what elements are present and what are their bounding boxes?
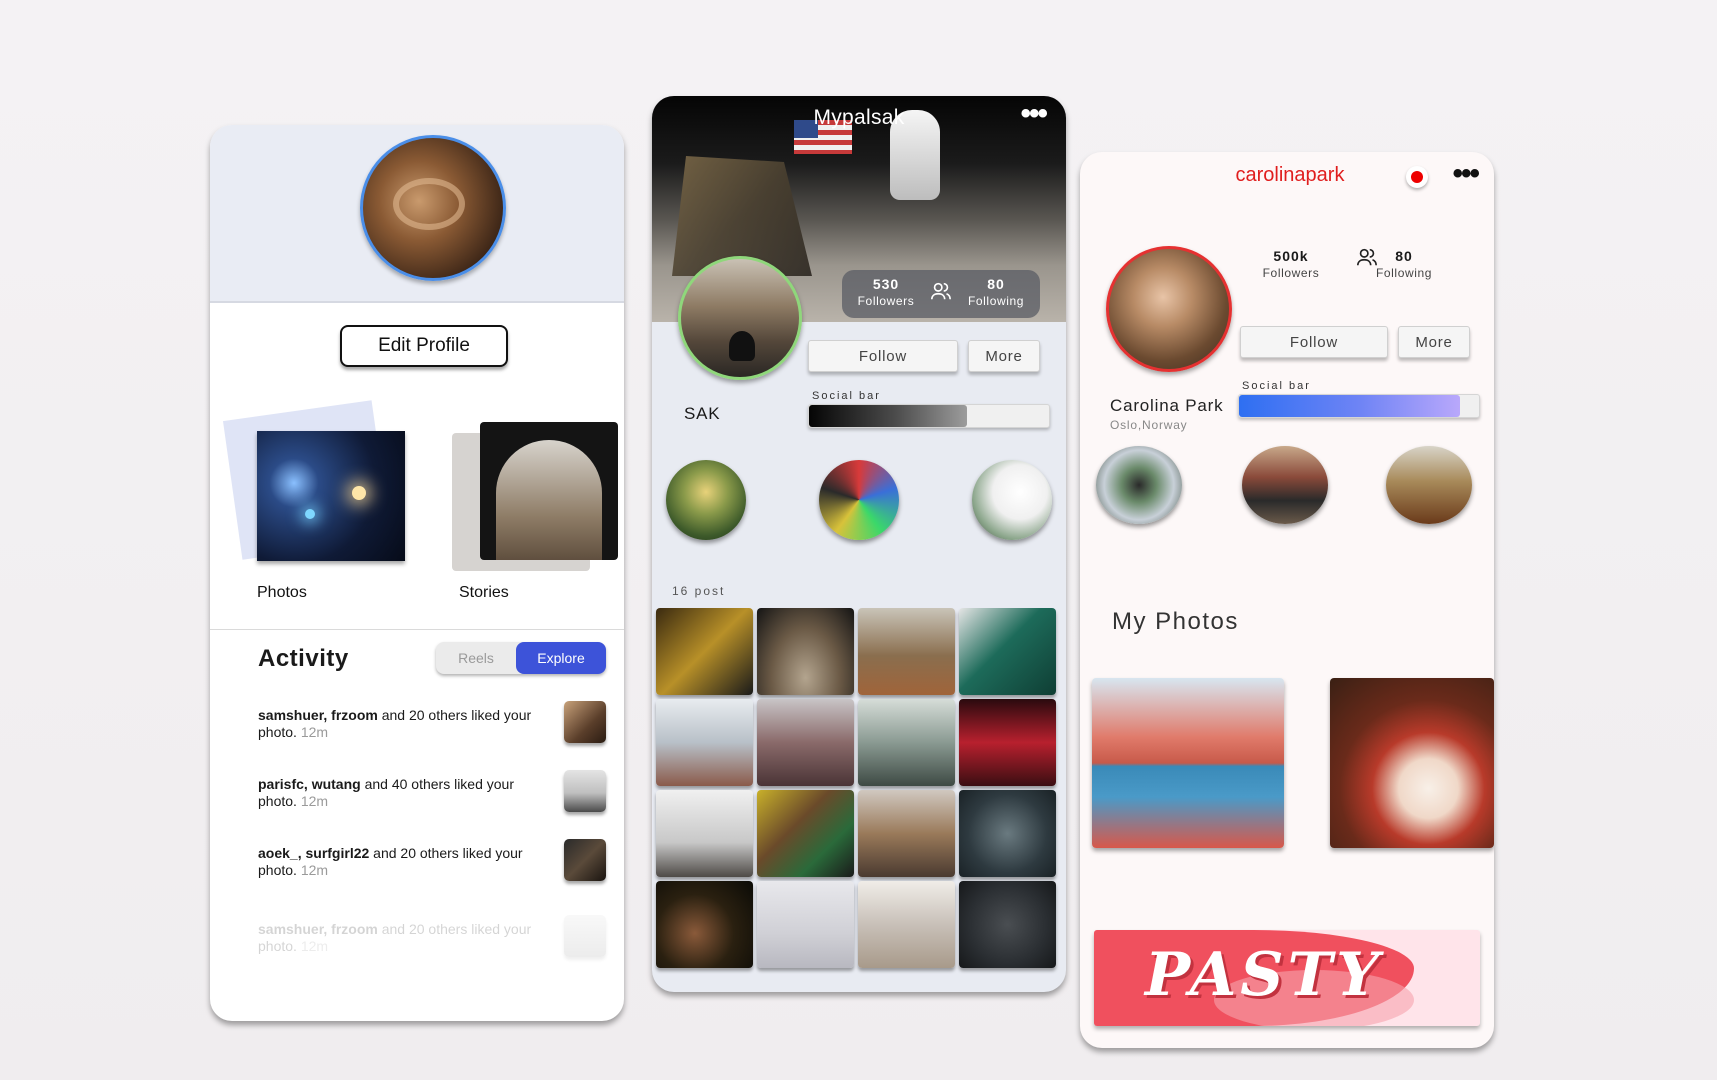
post-thumbnail[interactable]	[656, 881, 753, 968]
avatar[interactable]	[1106, 246, 1232, 372]
followers-count: 530	[872, 276, 900, 292]
story-highlight[interactable]	[819, 460, 899, 540]
post-grid	[656, 608, 1062, 968]
post-thumbnail[interactable]	[858, 790, 955, 877]
location: Oslo,Norway	[1110, 418, 1188, 432]
story-highlight[interactable]	[1386, 446, 1472, 524]
more-dots-icon[interactable]: •••	[1452, 159, 1479, 189]
banner-text: PASTY	[1144, 940, 1384, 1010]
avatar[interactable]	[360, 135, 506, 281]
tab-reels[interactable]: Reels	[436, 642, 516, 674]
more-button[interactable]: More	[968, 340, 1040, 372]
post-thumbnail[interactable]	[656, 699, 753, 786]
following-label: Following	[967, 294, 1025, 308]
username: SAK	[684, 404, 721, 423]
activity-text: aoek_, surfgirl22 and 20 others liked yo…	[258, 845, 523, 878]
promo-banner[interactable]: PASTY	[1094, 930, 1480, 1026]
story-highlight[interactable]	[666, 460, 746, 540]
more-dots-icon[interactable]: •••	[1020, 99, 1047, 129]
activity-thumbnail[interactable]	[564, 915, 606, 957]
profile-header	[210, 125, 624, 303]
live-dot-icon[interactable]	[1406, 166, 1428, 188]
activity-text: parisfc, wutang and 40 others liked your…	[258, 776, 515, 809]
following-stat[interactable]: 80 Following	[960, 276, 1032, 308]
app-title: Mypalsak	[813, 106, 905, 129]
story-highlight[interactable]	[1242, 446, 1328, 524]
post-thumbnail[interactable]	[858, 699, 955, 786]
followers-stat[interactable]: 530 Followers	[850, 276, 922, 308]
followers-count: 500k	[1273, 248, 1309, 264]
followers-label: Followers	[857, 294, 915, 308]
activity-item[interactable]: samshuer, frzoom and 20 others liked you…	[258, 701, 608, 751]
post-thumbnail[interactable]	[757, 608, 854, 695]
social-bar-label: Social bar	[812, 390, 881, 402]
post-thumbnail[interactable]	[959, 699, 1056, 786]
activity-item[interactable]: samshuer, frzoom and 20 others liked you…	[258, 915, 608, 965]
activity-thumbnail[interactable]	[564, 701, 606, 743]
post-thumbnail[interactable]	[656, 608, 753, 695]
carolina-profile-card: carolinapark ••• 500k Followers 80 Follo…	[1080, 152, 1494, 1048]
activity-item[interactable]: parisfc, wutang and 40 others liked your…	[258, 770, 608, 820]
people-icon	[931, 282, 951, 300]
followers-stat[interactable]: 500k Followers	[1246, 248, 1336, 280]
post-thumbnail[interactable]	[757, 881, 854, 968]
sak-profile-card: Mypalsak ••• 530 Followers 80 Following …	[652, 96, 1066, 992]
post-thumbnail[interactable]	[858, 881, 955, 968]
social-bar-label: Social bar	[1242, 380, 1311, 392]
post-thumbnail[interactable]	[757, 699, 854, 786]
social-bar-fill	[809, 405, 968, 427]
follow-button[interactable]: Follow	[1240, 326, 1388, 358]
social-bar	[1238, 394, 1480, 418]
activity-text: samshuer, frzoom and 20 others liked you…	[258, 707, 532, 740]
follow-stats: 530 Followers 80 Following	[842, 270, 1040, 318]
photo-thumbnail[interactable]	[1092, 678, 1284, 848]
post-count: 16 post	[672, 584, 726, 598]
activity-thumbnail[interactable]	[564, 839, 606, 881]
post-thumbnail[interactable]	[959, 790, 1056, 877]
post-thumbnail[interactable]	[959, 608, 1056, 695]
divider	[210, 629, 624, 630]
activity-item[interactable]: aoek_, surfgirl22 and 20 others liked yo…	[258, 839, 608, 889]
story-highlight[interactable]	[1096, 446, 1182, 524]
followers-label: Followers	[1262, 266, 1320, 280]
post-thumbnail[interactable]	[757, 790, 854, 877]
photos-album-label: Photos	[257, 584, 307, 601]
follow-button[interactable]: Follow	[808, 340, 958, 372]
activity-tab-switch: Reels Explore	[436, 642, 606, 674]
activity-text: samshuer, frzoom and 20 others liked you…	[258, 921, 532, 954]
post-thumbnail[interactable]	[959, 881, 1056, 968]
stories-album-cover[interactable]	[480, 422, 618, 560]
activity-thumbnail[interactable]	[564, 770, 606, 812]
following-label: Following	[1375, 266, 1433, 280]
following-stat[interactable]: 80 Following	[1359, 248, 1449, 280]
stories-album-label: Stories	[459, 584, 509, 601]
social-bar-fill	[1239, 395, 1460, 417]
social-bar	[808, 404, 1050, 428]
photo-thumbnail[interactable]	[1330, 678, 1494, 848]
story-highlight[interactable]	[972, 460, 1052, 540]
edit-profile-button[interactable]: Edit Profile	[340, 325, 508, 367]
app-title: carolinapark	[1235, 164, 1345, 186]
photos-album-cover[interactable]	[257, 431, 405, 561]
post-thumbnail[interactable]	[858, 608, 955, 695]
avatar[interactable]	[678, 256, 802, 380]
display-name: Carolina Park	[1110, 396, 1224, 415]
edit-profile-card: Edit Profile Photos Stories Activity Ree…	[210, 125, 624, 1021]
more-button[interactable]: More	[1398, 326, 1470, 358]
tab-explore[interactable]: Explore	[516, 642, 606, 674]
activity-title: Activity	[258, 645, 349, 672]
section-title: My Photos	[1112, 608, 1239, 635]
following-count: 80	[987, 276, 1005, 292]
following-count: 80	[1395, 248, 1413, 264]
post-thumbnail[interactable]	[656, 790, 753, 877]
